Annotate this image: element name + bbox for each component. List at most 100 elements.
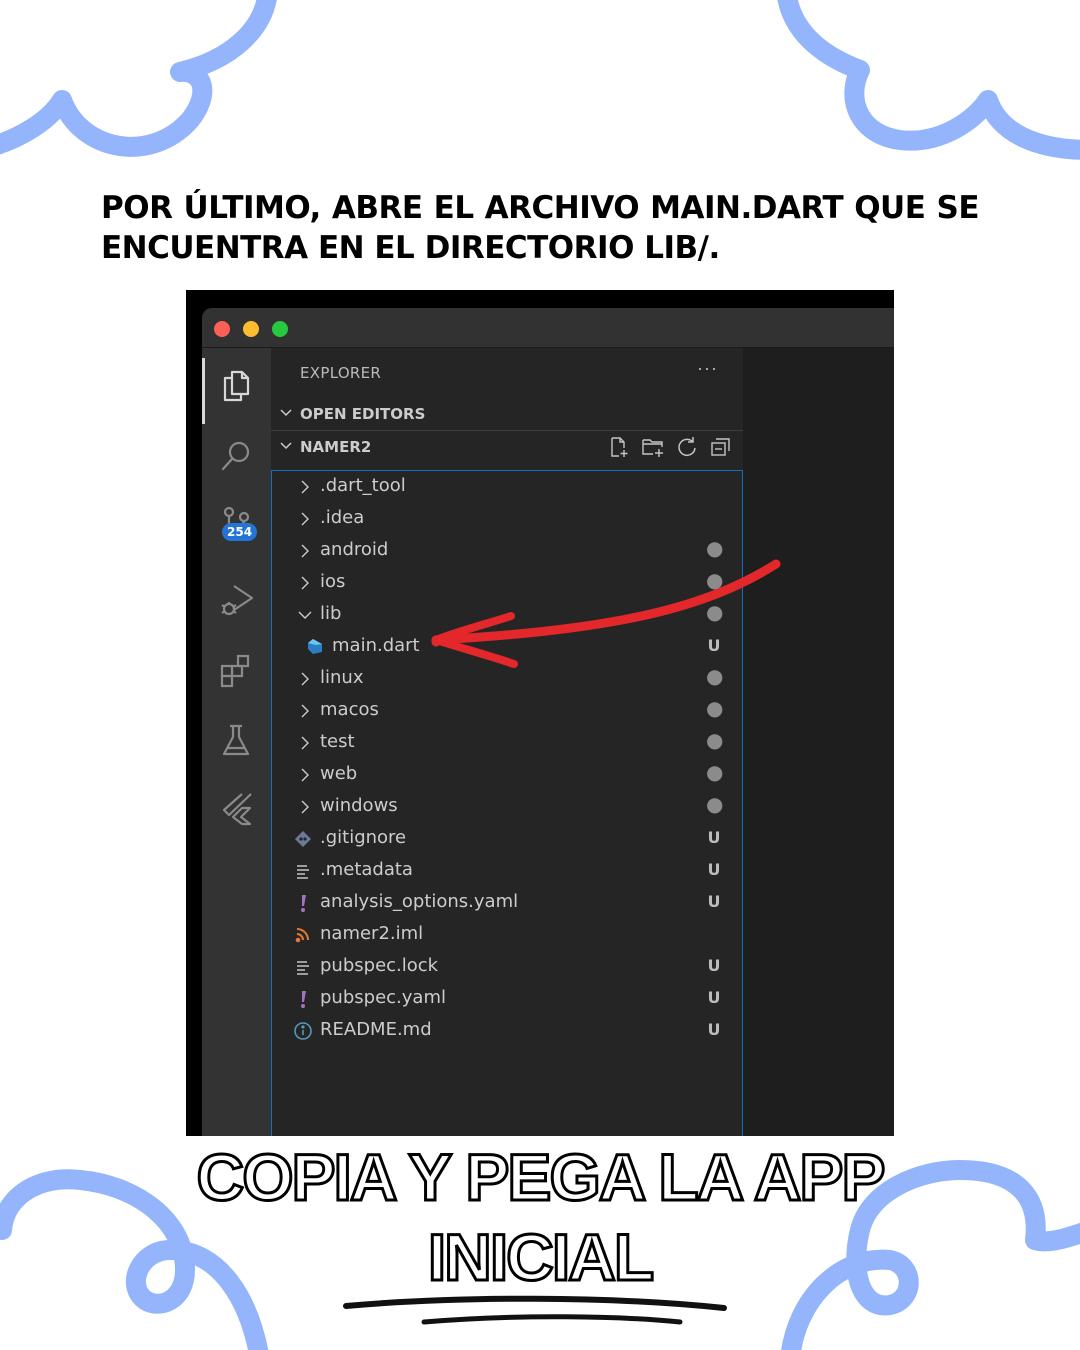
git-status: U — [707, 988, 721, 1007]
tree-item-label: main.dart — [332, 635, 420, 656]
new-file-icon[interactable] — [607, 435, 631, 459]
git-file-icon — [292, 828, 314, 850]
chevron-right-icon — [301, 480, 309, 494]
git-status-dot: ● — [706, 792, 724, 816]
bottom-title: COPIA Y PEGA LA APP INICIAL — [0, 1138, 1080, 1325]
tree-item-label: pubspec.yaml — [320, 987, 446, 1008]
tree-item-label: windows — [320, 795, 398, 816]
tree-item-readme[interactable]: README.md U — [272, 1015, 742, 1047]
explorer-sidebar: EXPLORER ··· OPEN EDITORS NAMER2 .dart_t… — [271, 348, 743, 1136]
tree-item-label: .idea — [320, 507, 365, 528]
open-editors-section[interactable]: OPEN EDITORS — [271, 399, 743, 431]
dart-file-icon — [304, 636, 326, 658]
tree-item-label: test — [320, 731, 355, 752]
tree-item-namer2-iml[interactable]: namer2.iml — [272, 919, 742, 951]
chevron-right-icon — [301, 704, 309, 718]
git-status-dot: ● — [706, 536, 724, 560]
testing-icon[interactable] — [216, 720, 256, 760]
new-folder-icon[interactable] — [641, 435, 665, 459]
project-section[interactable]: NAMER2 — [271, 432, 743, 464]
tree-item-label: macos — [320, 699, 379, 720]
tree-item-main-dart[interactable]: main.dart U — [272, 631, 742, 663]
tree-item-label: lib — [320, 603, 342, 624]
yaml-file-icon — [292, 988, 314, 1010]
tree-item-android[interactable]: android ● — [272, 535, 742, 567]
tree-item-label: README.md — [320, 1019, 432, 1040]
extensions-icon[interactable] — [216, 650, 256, 690]
chevron-right-icon — [301, 576, 309, 590]
git-status-dot: ● — [706, 760, 724, 784]
tree-item-lib[interactable]: lib ● — [272, 599, 742, 631]
bottom-title-graphic: COPIA Y PEGA LA APP INICIAL — [195, 1139, 887, 1296]
tree-item-label: linux — [320, 667, 364, 688]
chevron-right-icon — [301, 544, 309, 558]
tree-item-gitignore[interactable]: .gitignore U — [272, 823, 742, 855]
collapse-all-icon[interactable] — [709, 435, 733, 459]
yaml-file-icon — [292, 892, 314, 914]
chevron-right-icon — [301, 800, 309, 814]
files-icon[interactable] — [216, 366, 256, 406]
tree-item-test[interactable]: test ● — [272, 727, 742, 759]
git-status-dot: ● — [706, 600, 724, 624]
instruction-line-1: POR ÚLTIMO, ABRE EL ARCHIVO MAIN.DART QU… — [101, 190, 980, 226]
tree-item-pubspec-lock[interactable]: pubspec.lock U — [272, 951, 742, 983]
git-status: U — [707, 860, 721, 879]
chevron-right-icon — [301, 736, 309, 750]
tree-item-dart-tool[interactable]: .dart_tool — [272, 471, 742, 503]
run-debug-icon[interactable] — [216, 580, 256, 620]
search-icon[interactable] — [216, 436, 256, 476]
tree-item-label: pubspec.lock — [320, 955, 439, 976]
tree-item-label: web — [320, 763, 358, 784]
close-window-button[interactable] — [214, 321, 230, 337]
vscode-window: 254 EXPLORER ··· OPEN EDITORS NAMER2 .da… — [202, 308, 894, 1136]
zoom-window-button[interactable] — [272, 321, 288, 337]
file-tree: .dart_tool .idea android ● ios ● lib ● m… — [271, 470, 743, 1136]
tree-item-label: ios — [320, 571, 346, 592]
tree-item-label: .metadata — [320, 859, 413, 880]
instruction-line-2: ENCUENTRA EN EL DIRECTORIO LIB/. — [101, 230, 720, 266]
chevron-down-icon — [280, 442, 292, 450]
tree-item-label: android — [320, 539, 389, 560]
rss-file-icon — [292, 924, 314, 946]
tree-item-web[interactable]: web ● — [272, 759, 742, 791]
source-control-badge: 254 — [222, 523, 258, 541]
project-label: NAMER2 — [300, 438, 372, 456]
tree-item-label: namer2.iml — [320, 923, 424, 944]
git-status: U — [707, 828, 721, 847]
git-status: U — [707, 1020, 721, 1039]
title-bar — [202, 308, 894, 348]
tree-item-windows[interactable]: windows ● — [272, 791, 742, 823]
git-status-dot: ● — [706, 728, 724, 752]
chevron-down-icon — [280, 409, 292, 417]
text-file-icon — [292, 956, 314, 978]
git-status: U — [707, 892, 721, 911]
more-actions-button[interactable]: ··· — [697, 358, 718, 379]
tree-item-idea[interactable]: .idea — [272, 503, 742, 535]
chevron-right-icon — [301, 512, 309, 526]
activity-bar: 254 — [202, 348, 271, 1136]
tree-item-linux[interactable]: linux ● — [272, 663, 742, 695]
vscode-screenshot: 254 EXPLORER ··· OPEN EDITORS NAMER2 .da… — [186, 290, 894, 1136]
tree-item-label: analysis_options.yaml — [320, 891, 519, 912]
chevron-right-icon — [301, 768, 309, 782]
brush-underline — [343, 1295, 727, 1325]
tree-item-pubspec-yaml[interactable]: pubspec.yaml U — [272, 983, 742, 1015]
refresh-icon[interactable] — [675, 435, 699, 459]
text-file-icon — [292, 860, 314, 882]
git-status-dot: ● — [706, 696, 724, 720]
tree-item-label: .dart_tool — [320, 475, 406, 496]
git-status: U — [707, 956, 721, 975]
chevron-right-icon — [301, 672, 309, 686]
instruction-heading: POR ÚLTIMO, ABRE EL ARCHIVO MAIN.DART QU… — [101, 188, 980, 268]
flutter-icon[interactable] — [216, 788, 256, 828]
open-editors-label: OPEN EDITORS — [300, 405, 426, 423]
chevron-down-icon — [298, 611, 312, 619]
tree-item-macos[interactable]: macos ● — [272, 695, 742, 727]
tree-item-analysis-options[interactable]: analysis_options.yaml U — [272, 887, 742, 919]
info-icon — [292, 1020, 314, 1042]
minimize-window-button[interactable] — [243, 321, 259, 337]
tree-item-metadata[interactable]: .metadata U — [272, 855, 742, 887]
tree-item-label: .gitignore — [320, 827, 407, 848]
tree-item-ios[interactable]: ios ● — [272, 567, 742, 599]
bottom-title-line-1: COPIA Y PEGA LA APP — [197, 1140, 884, 1214]
